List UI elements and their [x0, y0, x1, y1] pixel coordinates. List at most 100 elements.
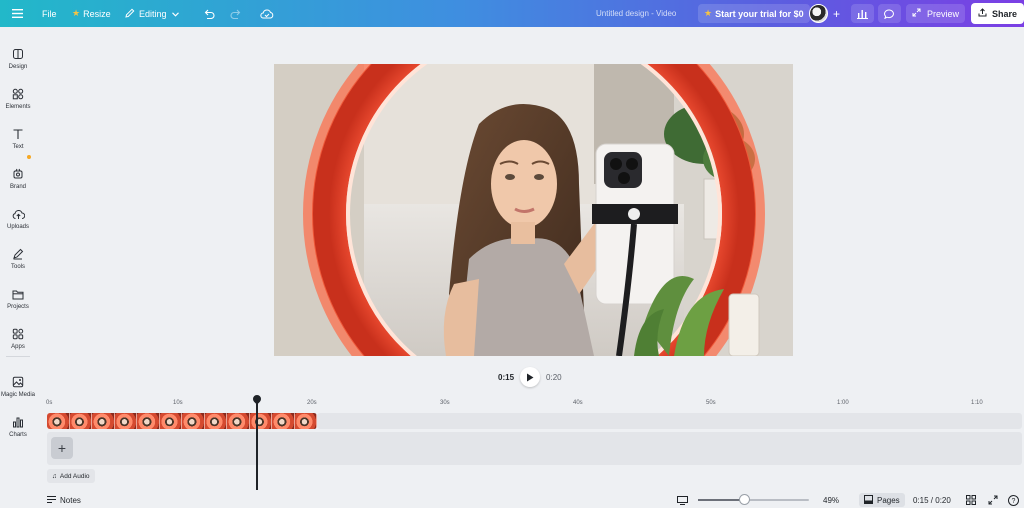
clip-thumbnail	[294, 413, 317, 429]
menu-icon[interactable]	[12, 0, 23, 27]
undo-icon[interactable]	[203, 0, 215, 27]
resize-button[interactable]: ★ Resize	[72, 0, 111, 27]
elements-icon	[11, 87, 25, 101]
play-button[interactable]	[520, 367, 541, 387]
sidebar-item-apps[interactable]: Apps	[0, 319, 36, 357]
sidebar-item-label: Uploads	[6, 224, 29, 230]
time-readout: 0:15 / 0:20	[913, 492, 951, 508]
chevron-down-icon	[171, 9, 179, 19]
add-track-area[interactable]	[47, 432, 1022, 465]
zoom-slider[interactable]	[698, 499, 809, 501]
sidebar-item-label: Text	[12, 144, 24, 150]
pages-label: Pages	[877, 495, 900, 505]
zoom-label: 49%	[823, 495, 840, 505]
clip-thumbnail	[114, 413, 137, 429]
notes-icon	[47, 495, 56, 505]
clip-thumbnail	[47, 413, 70, 429]
ruler-tick: 0s	[46, 400, 53, 406]
sidebar-item-text[interactable]: Text	[0, 119, 36, 157]
sidebar-item-label: Design	[8, 64, 28, 70]
screen-view-icon[interactable]	[677, 492, 688, 508]
preview-label: Preview	[927, 8, 960, 19]
svg-text:?: ?	[1012, 498, 1016, 505]
start-trial-button[interactable]: ★ Start your trial for $0	[698, 4, 810, 23]
brand-badge-icon	[27, 155, 31, 159]
time-readout-label: 0:15 / 0:20	[913, 495, 951, 505]
bottom-bar: Notes 49% Pages 0:15 / 0:20 ?	[0, 492, 1024, 508]
sidebar-item-label: Tools	[10, 264, 25, 270]
ruler-tick: 30s	[440, 400, 450, 406]
resize-label: Resize	[83, 8, 111, 19]
ruler-tick: 10s	[173, 400, 183, 406]
playhead[interactable]	[256, 400, 258, 490]
sidebar-item-brand[interactable]: Brand	[0, 159, 36, 197]
sidebar-item-uploads[interactable]: Uploads	[0, 199, 36, 237]
add-clip-button[interactable]: +	[51, 437, 73, 459]
ruler-tick: 40s	[573, 400, 583, 406]
text-icon	[11, 127, 25, 141]
design-icon	[11, 47, 25, 61]
pencil-icon	[125, 8, 135, 20]
preview-button[interactable]: Preview	[906, 4, 966, 23]
video-frame-image	[274, 64, 793, 356]
playback-controls: 0:15 0:20	[498, 366, 562, 388]
sidebar-item-label: Elements	[5, 104, 31, 110]
help-icon[interactable]: ?	[1008, 492, 1019, 508]
ruler-tick: 20s	[307, 400, 317, 406]
zoom-percent[interactable]: 49%	[823, 492, 839, 508]
notes-button[interactable]: Notes	[47, 492, 81, 508]
pages-icon	[864, 494, 873, 506]
ruler-tick: 1:00	[837, 400, 849, 406]
add-collaborator-icon[interactable]: +	[833, 0, 840, 27]
video-clip[interactable]	[47, 413, 317, 429]
fullscreen-icon[interactable]	[988, 492, 998, 508]
design-canvas[interactable]	[274, 64, 793, 356]
clip-thumbnail	[92, 413, 115, 429]
avatar[interactable]	[809, 0, 828, 27]
sidebar-item-tools[interactable]: Tools	[0, 239, 36, 277]
grid-view-icon[interactable]	[966, 492, 976, 508]
sidebar-divider	[6, 356, 30, 357]
sidebar-item-magic-media[interactable]: Magic Media	[0, 367, 36, 405]
clip-thumbnail	[204, 413, 227, 429]
comment-icon[interactable]	[878, 4, 901, 23]
crown-icon: ★	[704, 8, 713, 18]
sidebar-item-design[interactable]: Design	[0, 39, 36, 77]
ruler-tick: 1:10	[971, 400, 983, 406]
sidebar-item-label: Magic Media	[0, 392, 35, 398]
projects-icon	[11, 287, 25, 301]
sidebar-item-label: Apps	[11, 344, 25, 350]
sidebar-item-label: Brand	[9, 184, 26, 190]
sidebar-item-label: Projects	[7, 304, 29, 310]
redo-icon[interactable]	[230, 0, 242, 27]
zoom-slider-fill	[698, 499, 745, 501]
document-title-label: Untitled design - Video	[596, 9, 677, 18]
sidebar-item-projects[interactable]: Projects	[0, 279, 36, 317]
add-audio-label: Add Audio	[59, 472, 90, 480]
clip-thumbnail	[227, 413, 250, 429]
uploads-icon	[11, 207, 25, 221]
magic-media-icon	[11, 375, 25, 389]
editing-label: Editing	[139, 8, 167, 19]
share-button[interactable]: Share	[971, 3, 1024, 24]
notes-label: Notes	[60, 495, 81, 505]
pages-button[interactable]: Pages	[859, 493, 905, 507]
sidebar-item-charts[interactable]: Charts	[0, 407, 36, 445]
clip-thumbnail	[159, 413, 182, 429]
cloud-sync-icon[interactable]	[260, 0, 274, 27]
video-track-empty	[317, 413, 1022, 429]
add-audio-button[interactable]: ♫ Add Audio	[47, 469, 95, 483]
play-icon	[527, 373, 534, 381]
brand-icon	[11, 167, 25, 181]
document-title[interactable]: Untitled design - Video	[596, 0, 676, 27]
clip-thumbnail	[272, 413, 295, 429]
left-sidebar: Design Elements Text Brand Uploads Tools…	[0, 27, 36, 508]
share-upload-icon	[978, 8, 987, 19]
file-menu[interactable]: File	[42, 0, 57, 27]
timeline-ruler[interactable]: 0s 10s 20s 30s 40s 50s 1:00 1:10	[46, 398, 1016, 410]
sidebar-item-elements[interactable]: Elements	[0, 79, 36, 117]
plus-icon: +	[57, 440, 67, 456]
analytics-icon[interactable]	[851, 4, 874, 23]
editing-mode-button[interactable]: Editing	[125, 0, 179, 27]
music-note-icon: ♫	[52, 472, 57, 480]
